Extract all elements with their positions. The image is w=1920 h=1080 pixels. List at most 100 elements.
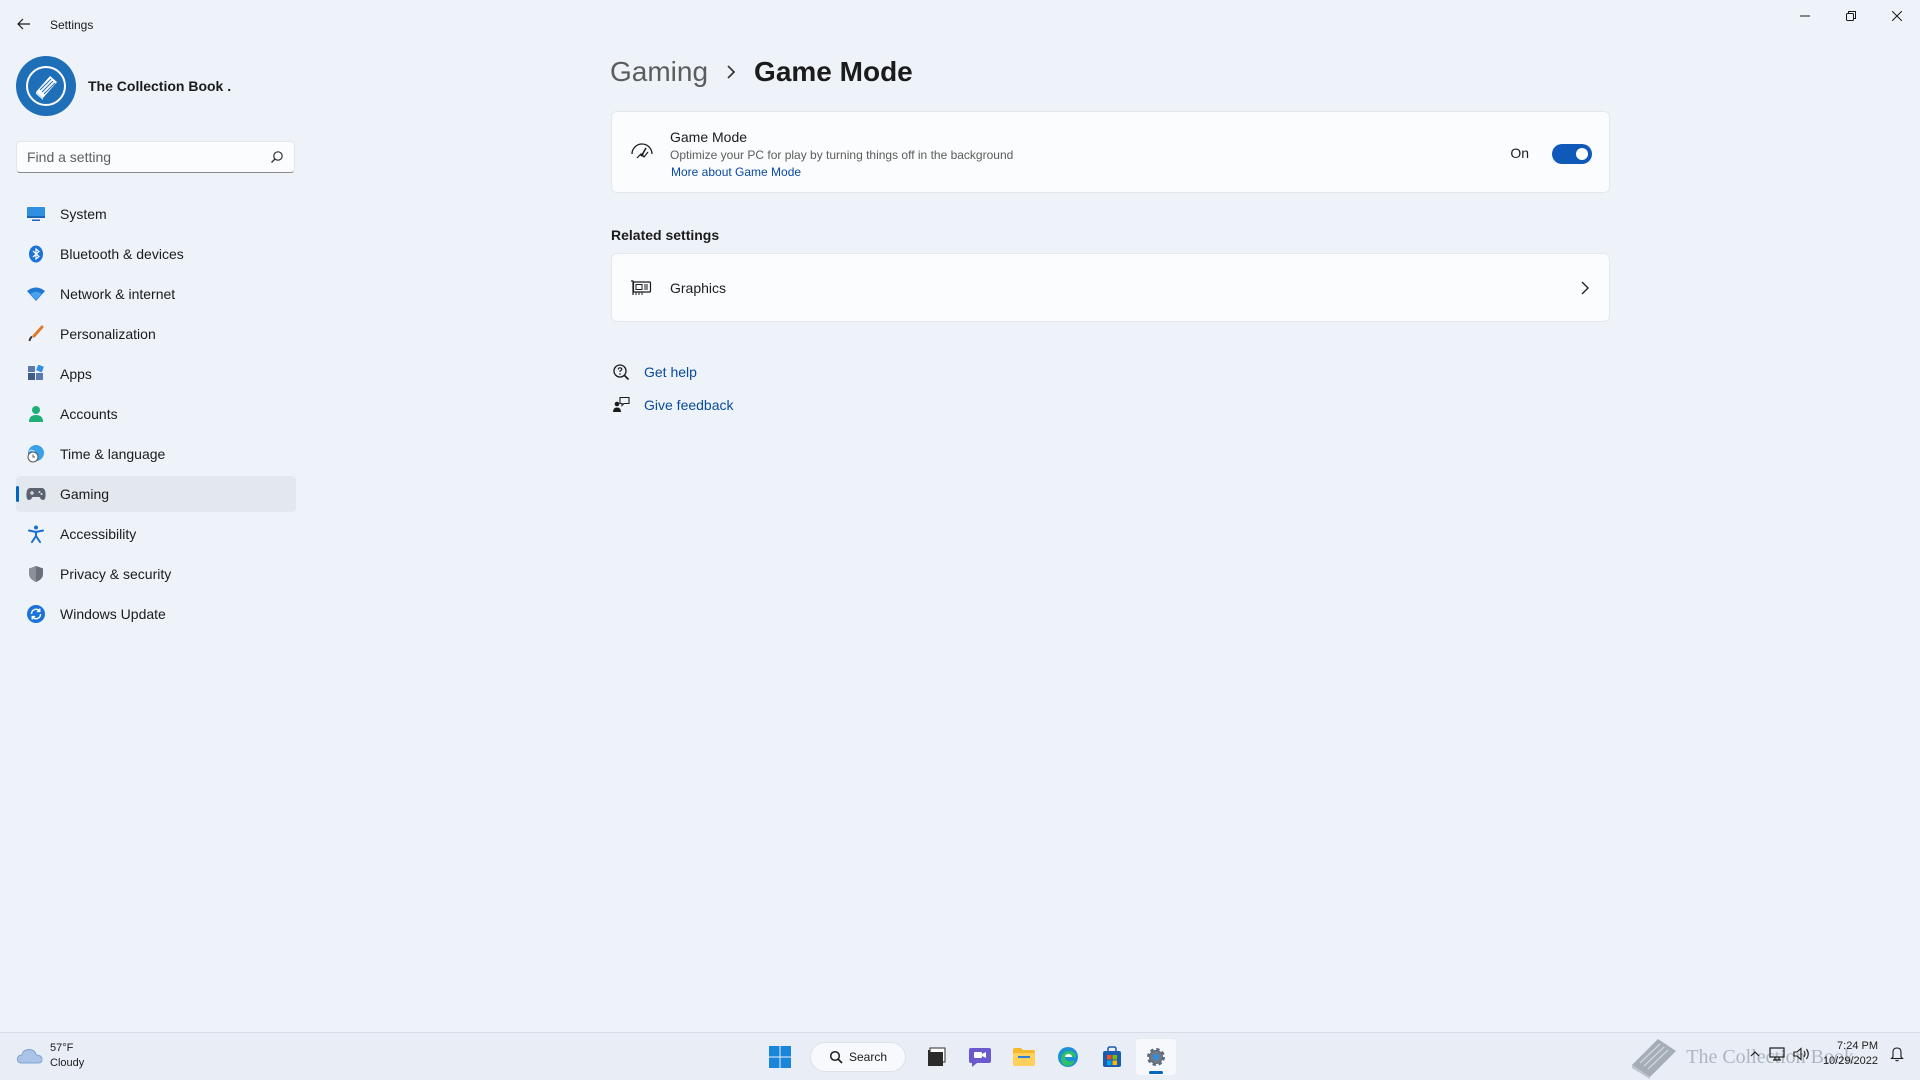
graphics-card-icon	[631, 280, 652, 295]
person-icon	[26, 404, 46, 424]
sidebar-item-label: Privacy & security	[60, 566, 172, 582]
update-icon	[26, 604, 46, 624]
ethernet-icon	[1769, 1047, 1785, 1061]
task-view-icon	[928, 1047, 946, 1066]
sidebar-item-accessibility[interactable]: Accessibility	[16, 516, 296, 552]
monitor-icon	[26, 204, 46, 224]
task-view-button[interactable]	[916, 1039, 956, 1075]
taskbar-center: Search	[758, 1039, 1178, 1075]
breadcrumb-gaming[interactable]: Gaming	[610, 56, 708, 88]
windows-logo-icon	[769, 1046, 791, 1068]
game-mode-description: Optimize your PC for play by turning thi…	[670, 148, 1014, 162]
give-feedback-link[interactable]: Give feedback	[611, 388, 734, 421]
app-title: Settings	[50, 18, 94, 32]
volume-icon	[1793, 1047, 1809, 1061]
graphics-label: Graphics	[670, 280, 727, 296]
more-about-game-mode-link[interactable]: More about Game Mode	[671, 165, 801, 179]
sidebar-item-label: Time & language	[60, 446, 166, 462]
clock-time: 7:24 PM	[1837, 1040, 1878, 1052]
weather-widget[interactable]: 57°F Cloudy	[16, 1041, 84, 1071]
weather-temp: 57°F	[50, 1042, 74, 1054]
network-tray-button[interactable]	[1769, 1047, 1785, 1061]
chat-icon	[969, 1048, 991, 1067]
minimize-icon	[1800, 15, 1810, 17]
sidebar-item-gaming[interactable]: Gaming	[16, 476, 296, 512]
sidebar-item-label: Accounts	[60, 406, 118, 422]
sidebar-item-system[interactable]: System	[16, 196, 296, 232]
restore-button[interactable]	[1828, 0, 1874, 32]
get-help-label: Get help	[644, 363, 697, 380]
sidebar-item-privacy-security[interactable]: Privacy & security	[16, 556, 296, 592]
brush-icon	[26, 324, 46, 344]
game-mode-icon	[631, 143, 653, 159]
gear-icon	[1147, 1048, 1165, 1066]
notifications-button[interactable]	[1890, 1046, 1904, 1062]
give-feedback-label: Give feedback	[644, 396, 734, 413]
system-tray: 7:24 PM 10/29/2022	[1745, 1039, 1908, 1069]
back-button[interactable]	[12, 12, 36, 36]
sidebar-item-network[interactable]: Network & internet	[16, 276, 296, 312]
profile-name: The Collection Book .	[88, 78, 232, 94]
restore-icon	[1846, 11, 1856, 21]
settings-window: Settings The Collection Book . Find a se…	[0, 0, 1920, 1032]
sidebar-item-label: Accessibility	[60, 526, 137, 542]
feedback-icon	[611, 395, 631, 415]
microsoft-store-button[interactable]	[1092, 1039, 1132, 1075]
volume-tray-button[interactable]	[1793, 1047, 1811, 1061]
apps-icon	[26, 364, 46, 384]
user-profile[interactable]: The Collection Book .	[16, 56, 231, 116]
sidebar-item-apps[interactable]: Apps	[16, 356, 296, 392]
search-input[interactable]	[17, 149, 257, 165]
shield-icon	[26, 564, 46, 584]
store-icon	[1103, 1046, 1121, 1067]
toggle-knob	[1576, 148, 1588, 160]
sidebar-item-accounts[interactable]: Accounts	[16, 396, 296, 432]
book-logo-icon	[26, 66, 66, 106]
sidebar-item-label: Apps	[60, 366, 92, 382]
sidebar-item-label: Network & internet	[60, 286, 176, 302]
folder-icon	[1013, 1048, 1035, 1066]
search-icon	[829, 1050, 843, 1064]
game-mode-toggle[interactable]	[1552, 144, 1592, 164]
title-bar: Settings	[0, 0, 1920, 48]
game-mode-card: Game Mode Optimize your PC for play by t…	[611, 111, 1610, 193]
edge-icon	[1058, 1047, 1078, 1067]
start-button[interactable]	[760, 1039, 800, 1075]
close-icon	[1892, 11, 1902, 21]
sidebar-item-bluetooth[interactable]: Bluetooth & devices	[16, 236, 296, 272]
show-hidden-icons-button[interactable]	[1749, 1049, 1761, 1059]
gamepad-icon	[26, 484, 46, 504]
teams-chat-button[interactable]	[960, 1039, 1000, 1075]
sidebar-item-windows-update[interactable]: Windows Update	[16, 596, 296, 632]
file-explorer-button[interactable]	[1004, 1039, 1044, 1075]
sidebar-item-time-language[interactable]: Time & language	[16, 436, 296, 472]
sidebar-nav: System Bluetooth & devices Network & int…	[16, 196, 296, 636]
back-arrow-icon	[17, 18, 30, 30]
clock[interactable]: 7:24 PM 10/29/2022	[1823, 1039, 1878, 1069]
close-button[interactable]	[1874, 0, 1920, 32]
settings-app-button[interactable]	[1136, 1039, 1176, 1075]
sidebar-item-label: System	[60, 206, 107, 222]
weather-text: 57°F Cloudy	[50, 1041, 84, 1071]
page-title: Game Mode	[754, 56, 913, 87]
window-controls	[1782, 0, 1920, 32]
get-help-link[interactable]: Get help	[611, 355, 734, 388]
taskbar: 57°F Cloudy Search The Collection Book 7…	[0, 1032, 1920, 1080]
minimize-button[interactable]	[1782, 0, 1828, 32]
sidebar-item-label: Windows Update	[60, 606, 166, 622]
chevron-up-icon	[1750, 1051, 1760, 1057]
notification-bell-icon	[1890, 1047, 1904, 1062]
sidebar-item-personalization[interactable]: Personalization	[16, 316, 296, 352]
settings-search[interactable]	[16, 141, 295, 173]
edge-browser-button[interactable]	[1048, 1039, 1088, 1075]
help-links: Get help Give feedback	[611, 355, 734, 421]
get-help-icon	[611, 362, 631, 382]
taskbar-search-button[interactable]: Search	[810, 1042, 906, 1072]
book-watermark-icon	[1632, 1039, 1677, 1079]
toggle-state-label: On	[1510, 145, 1529, 161]
related-settings-heading: Related settings	[611, 227, 720, 243]
game-mode-title: Game Mode	[670, 129, 748, 145]
graphics-setting-card[interactable]: Graphics	[611, 253, 1610, 322]
search-icon[interactable]	[270, 150, 284, 164]
globe-clock-icon	[26, 444, 46, 464]
